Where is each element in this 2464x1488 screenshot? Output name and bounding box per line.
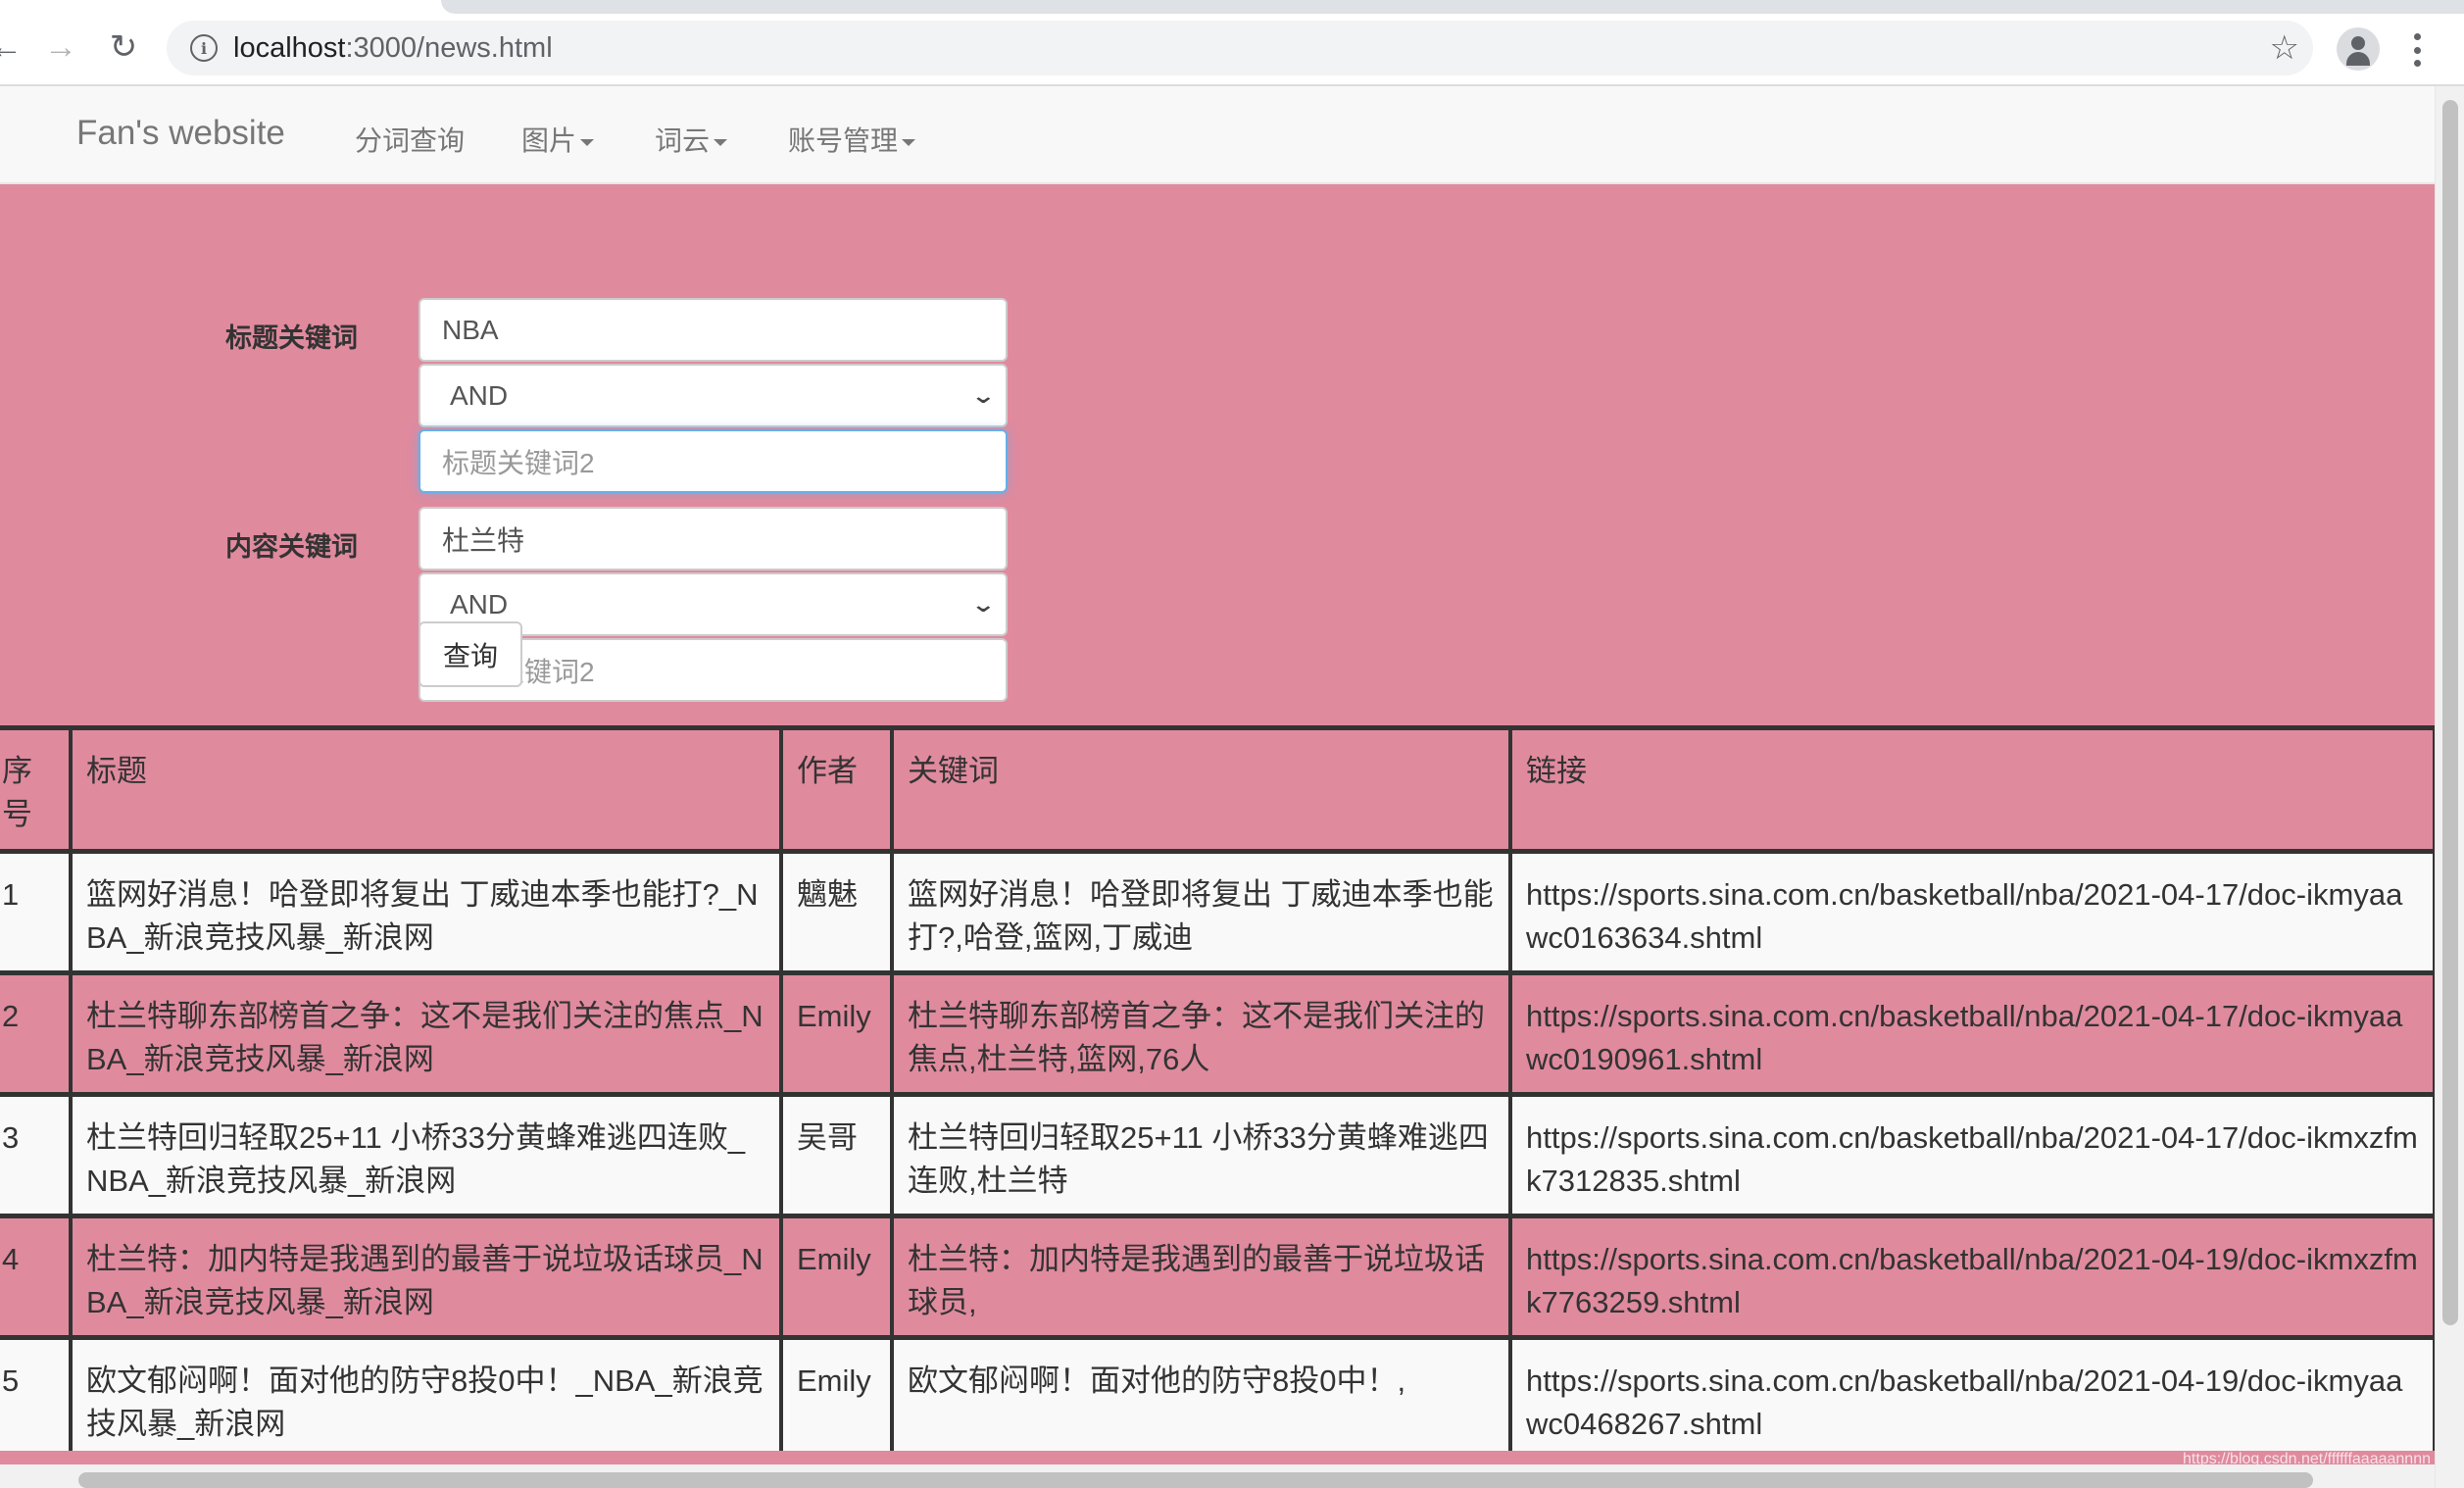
search-form: 标题关键词 NBA AND⌄ 标题关键词2 内容关键词 杜兰特 AND⌄ 内容关… bbox=[0, 184, 2435, 725]
nav-item-label: 账号管理 bbox=[788, 125, 899, 156]
forward-arrow-icon: → bbox=[44, 27, 77, 66]
cell-index: 5 bbox=[0, 1335, 73, 1462]
browser-toolbar: ← → ↻ i localhost:3000/news.html ☆ bbox=[0, 14, 2464, 86]
table-row: 4 杜兰特：加内特是我遇到的最善于说垃圾话球员_NBA_新浪竞技风暴_新浪网 E… bbox=[0, 1214, 2435, 1340]
profile-avatar-icon[interactable] bbox=[2337, 27, 2380, 71]
header-link: 链接 bbox=[1508, 725, 2435, 854]
nav-item-label: 图片 bbox=[521, 125, 577, 156]
cell-link: https://sports.sina.com.cn/basketball/nb… bbox=[1508, 1214, 2435, 1340]
table-row: 2 杜兰特聊东部榜首之争：这不是我们关注的焦点_NBA_新浪竞技风暴_新浪网 E… bbox=[0, 970, 2435, 1097]
forward-button[interactable]: → bbox=[41, 27, 80, 67]
title-keyword1-value: NBA bbox=[442, 314, 499, 345]
cell-link: https://sports.sina.com.cn/basketball/nb… bbox=[1508, 849, 2435, 975]
caret-down-icon bbox=[580, 139, 595, 147]
table-footer-band bbox=[0, 1451, 2435, 1464]
content-keyword-label: 内容关键词 bbox=[225, 532, 358, 562]
address-bar[interactable]: i localhost:3000/news.html ☆ bbox=[167, 21, 2313, 75]
back-button[interactable]: ← bbox=[0, 27, 25, 67]
cell-author: Emily bbox=[779, 1335, 894, 1462]
title-keyword2-input[interactable]: 标题关键词2 bbox=[419, 429, 1008, 493]
caret-down-icon bbox=[714, 139, 728, 147]
cell-keywords: 杜兰特聊东部榜首之争：这不是我们关注的焦点,杜兰特,篮网,76人 bbox=[890, 970, 1512, 1097]
site-navbar: Fan's website 分词查询 图片 词云 账号管理 bbox=[0, 86, 2435, 184]
cell-author: Emily bbox=[779, 1214, 894, 1340]
cell-keywords: 欧文郁闷啊！面对他的防守8投0中！, bbox=[890, 1335, 1512, 1462]
nav-item-segment-query[interactable]: 分词查询 bbox=[355, 120, 465, 159]
vertical-scrollbar-thumb[interactable] bbox=[2442, 100, 2458, 1325]
tab-strip-background bbox=[441, 0, 2464, 14]
page-viewport: Fan's website 分词查询 图片 词云 账号管理 标题关键词 NBA … bbox=[0, 86, 2435, 1488]
caret-down-icon bbox=[902, 139, 916, 147]
cell-link: https://sports.sina.com.cn/basketball/nb… bbox=[1508, 970, 2435, 1097]
vertical-scrollbar[interactable] bbox=[2435, 86, 2464, 1488]
content-keyword1-input[interactable]: 杜兰特 bbox=[419, 507, 1008, 570]
chevron-down-icon: ⌄ bbox=[969, 591, 996, 617]
cell-keywords: 篮网好消息！哈登即将复出 丁威迪本季也能打?,哈登,篮网,丁威迪 bbox=[890, 849, 1512, 975]
url-path: :3000/news.html bbox=[345, 32, 553, 64]
content-keyword1-value: 杜兰特 bbox=[442, 524, 525, 556]
table-row: 1 篮网好消息！哈登即将复出 丁威迪本季也能打?_NBA_新浪竞技风暴_新浪网 … bbox=[0, 849, 2435, 975]
nav-item-wordcloud[interactable]: 词云 bbox=[655, 120, 728, 159]
cell-index: 1 bbox=[0, 849, 73, 975]
chevron-down-icon: ⌄ bbox=[969, 382, 996, 408]
cell-index: 3 bbox=[0, 1092, 73, 1218]
table-header-row: 序号 标题 作者 关键词 链接 bbox=[0, 725, 2435, 854]
header-index: 序号 bbox=[0, 725, 73, 854]
brand-link[interactable]: Fan's website bbox=[76, 114, 285, 153]
title-keyword-label: 标题关键词 bbox=[225, 323, 358, 353]
nav-item-images[interactable]: 图片 bbox=[521, 120, 595, 159]
header-keywords: 关键词 bbox=[890, 725, 1512, 854]
nav-item-label: 词云 bbox=[655, 125, 711, 156]
cell-title: 欧文郁闷啊！面对他的防守8投0中！_NBA_新浪竞技风暴_新浪网 bbox=[69, 1335, 783, 1462]
table-row: 5 欧文郁闷啊！面对他的防守8投0中！_NBA_新浪竞技风暴_新浪网 Emily… bbox=[0, 1335, 2435, 1462]
site-info-icon[interactable]: i bbox=[190, 34, 218, 62]
url-text[interactable]: localhost:3000/news.html bbox=[233, 32, 553, 65]
cell-index: 4 bbox=[0, 1214, 73, 1340]
nav-item-label: 分词查询 bbox=[355, 125, 466, 156]
cell-author: 吴哥 bbox=[779, 1092, 894, 1218]
horizontal-scrollbar-thumb[interactable] bbox=[78, 1472, 2313, 1488]
title-keyword2-placeholder: 标题关键词2 bbox=[442, 447, 595, 478]
query-button[interactable]: 查询 bbox=[419, 621, 522, 687]
cell-index: 2 bbox=[0, 970, 73, 1097]
cell-keywords: 杜兰特回归轻取25+11 小桥33分黄蜂难逃四连败,杜兰特 bbox=[890, 1092, 1512, 1218]
content-operator-value: AND bbox=[450, 588, 509, 620]
bookmark-star-icon[interactable]: ☆ bbox=[2270, 28, 2299, 68]
title-operator-select[interactable]: AND ⌄ bbox=[419, 364, 1008, 427]
news-results-table: 序号 标题 作者 关键词 链接 1 篮网好消息！哈登即将复出 丁威迪本季也能打?… bbox=[0, 725, 2435, 1462]
cell-author: 魑魅 bbox=[779, 849, 894, 975]
cell-keywords: 杜兰特：加内特是我遇到的最善于说垃圾话球员, bbox=[890, 1214, 1512, 1340]
back-arrow-icon: ← bbox=[0, 27, 23, 66]
browser-menu-icon[interactable] bbox=[2411, 33, 2423, 67]
nav-item-account[interactable]: 账号管理 bbox=[788, 120, 916, 159]
cell-link: https://sports.sina.com.cn/basketball/nb… bbox=[1508, 1335, 2435, 1462]
reload-button[interactable]: ↻ bbox=[104, 27, 143, 67]
url-host: localhost bbox=[233, 32, 346, 64]
cell-title: 杜兰特聊东部榜首之争：这不是我们关注的焦点_NBA_新浪竞技风暴_新浪网 bbox=[69, 970, 783, 1097]
cell-author: Emily bbox=[779, 970, 894, 1097]
reload-icon: ↻ bbox=[109, 28, 138, 66]
browser-tab-strip bbox=[0, 0, 2464, 14]
cell-title: 杜兰特回归轻取25+11 小桥33分黄蜂难逃四连败_NBA_新浪竞技风暴_新浪网 bbox=[69, 1092, 783, 1218]
title-operator-value: AND bbox=[450, 379, 509, 411]
cell-link: https://sports.sina.com.cn/basketball/nb… bbox=[1508, 1092, 2435, 1218]
horizontal-scrollbar[interactable] bbox=[0, 1468, 2435, 1488]
title-keyword1-input[interactable]: NBA bbox=[419, 298, 1008, 362]
cell-title: 杜兰特：加内特是我遇到的最善于说垃圾话球员_NBA_新浪竞技风暴_新浪网 bbox=[69, 1214, 783, 1340]
cell-title: 篮网好消息！哈登即将复出 丁威迪本季也能打?_NBA_新浪竞技风暴_新浪网 bbox=[69, 849, 783, 975]
table-row: 3 杜兰特回归轻取25+11 小桥33分黄蜂难逃四连败_NBA_新浪竞技风暴_新… bbox=[0, 1092, 2435, 1218]
header-title: 标题 bbox=[69, 725, 783, 854]
header-author: 作者 bbox=[779, 725, 894, 854]
